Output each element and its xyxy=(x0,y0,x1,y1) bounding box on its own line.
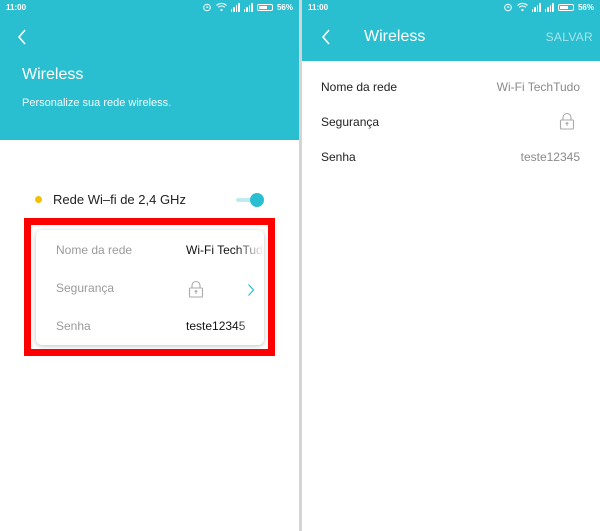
password-row[interactable]: Senha teste12345 xyxy=(36,312,264,342)
left-screen: 11:00 56% Wireless Personalize sua rede … xyxy=(0,0,299,531)
battery-icon xyxy=(256,3,273,11)
security-label: Segurança xyxy=(321,115,380,129)
password-label: Senha xyxy=(56,319,91,333)
wireless-header: Wireless Personalize sua rede wireless. xyxy=(0,16,299,140)
band-toggle-switch[interactable] xyxy=(234,193,264,207)
security-row[interactable]: Segurança xyxy=(36,274,264,304)
chevron-right-icon[interactable] xyxy=(247,283,255,297)
save-button[interactable]: SALVAR xyxy=(546,30,593,44)
signal-icon xyxy=(544,2,554,12)
band-status-dot xyxy=(35,196,42,203)
security-row[interactable]: Segurança xyxy=(302,108,600,138)
right-screen: 11:00 56% Wireless SALVAR Nome da rede W… xyxy=(302,0,600,531)
lock-icon[interactable] xyxy=(559,112,575,130)
page-title: Wireless xyxy=(22,66,84,83)
signal-icon xyxy=(243,2,253,12)
security-label: Segurança xyxy=(56,281,115,295)
network-name-label: Nome da rede xyxy=(321,80,398,94)
wifi-icon xyxy=(517,2,528,12)
text-fade xyxy=(236,236,264,266)
signal-icon xyxy=(230,2,240,12)
status-bar: 11:00 56% xyxy=(302,0,600,16)
status-time: 11:00 xyxy=(308,3,329,12)
password-row[interactable]: Senha teste12345 xyxy=(302,143,600,173)
signal-icon xyxy=(531,2,541,12)
status-icons: 56% xyxy=(202,2,293,12)
password-label: Senha xyxy=(321,150,356,164)
status-time: 11:00 xyxy=(6,3,27,12)
band-label: Rede Wi–fi de 2,4 GHz xyxy=(53,192,186,207)
page-subtitle: Personalize sua rede wireless. xyxy=(22,97,172,109)
battery-icon xyxy=(557,3,574,11)
back-arrow-icon[interactable] xyxy=(16,28,28,46)
battery-percent: 56% xyxy=(577,2,594,12)
network-name-row[interactable]: Nome da rede Wi-Fi TechTudo xyxy=(302,73,600,103)
network-name-value[interactable]: Wi-Fi TechTudo xyxy=(497,80,580,94)
alarm-icon xyxy=(203,3,211,12)
page-title: Wireless xyxy=(364,28,426,45)
password-value[interactable]: teste12345 xyxy=(521,150,580,164)
band-toggle-row: Rede Wi–fi de 2,4 GHz xyxy=(0,188,299,212)
status-bar: 11:00 56% xyxy=(0,0,299,16)
text-fade xyxy=(236,312,264,342)
wifi-icon xyxy=(216,2,227,12)
lock-icon xyxy=(188,280,204,298)
network-name-row[interactable]: Nome da rede Wi-Fi TechTudo xyxy=(36,236,264,266)
network-name-label: Nome da rede xyxy=(56,243,133,257)
app-bar: Wireless SALVAR xyxy=(302,16,600,61)
alarm-icon xyxy=(504,3,512,12)
toggle-knob xyxy=(250,193,264,207)
battery-percent: 56% xyxy=(276,2,293,12)
wireless-settings-card[interactable]: Nome da rede Wi-Fi TechTudo Segurança Se… xyxy=(36,230,264,345)
back-arrow-icon[interactable] xyxy=(320,28,332,46)
status-icons: 56% xyxy=(503,2,594,12)
